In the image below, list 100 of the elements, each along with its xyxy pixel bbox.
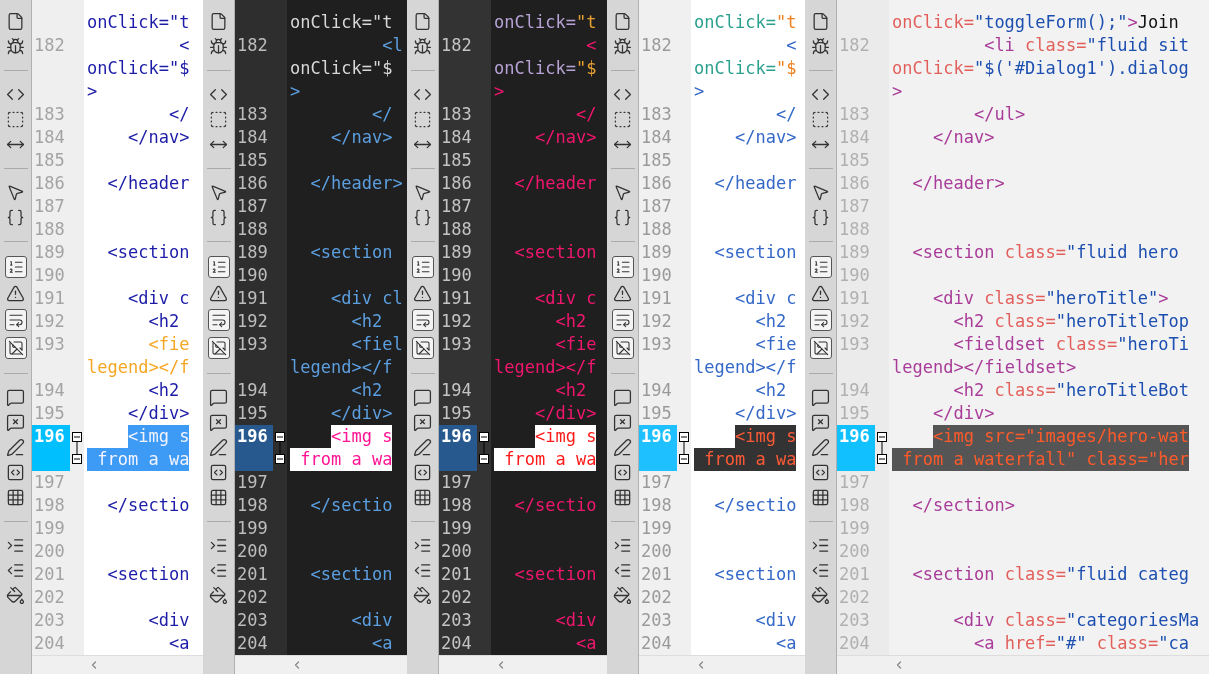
wrap-text-icon[interactable] [809, 309, 832, 331]
warning-icon[interactable] [6, 284, 25, 303]
dashed-box-icon[interactable] [613, 110, 632, 129]
pointer-icon[interactable] [613, 183, 632, 202]
pen-icon[interactable] [209, 438, 228, 457]
comment-icon[interactable] [413, 388, 432, 407]
code-box-icon[interactable] [6, 463, 25, 482]
new-file-icon[interactable] [613, 12, 632, 31]
outdent-icon[interactable] [811, 561, 830, 580]
image-icon[interactable] [809, 337, 832, 359]
code-line: legend></f [694, 356, 797, 379]
wrap-text-icon[interactable] [207, 309, 230, 331]
grid-icon[interactable] [209, 488, 228, 507]
warning-icon[interactable] [811, 284, 830, 303]
image-icon[interactable] [411, 337, 434, 359]
horizontal-scrollbar[interactable] [837, 655, 1209, 674]
braces-icon[interactable] [613, 208, 632, 227]
line-number: 184 [33, 126, 66, 149]
numbered-list-icon[interactable] [611, 256, 634, 278]
horizontal-scrollbar[interactable] [439, 655, 607, 674]
pointer-icon[interactable] [209, 183, 228, 202]
outdent-icon[interactable] [413, 561, 432, 580]
numbered-list-icon[interactable] [4, 256, 27, 278]
code-box-icon[interactable] [413, 463, 432, 482]
comment-remove-icon[interactable] [209, 413, 228, 432]
image-icon[interactable] [207, 337, 230, 359]
new-file-icon[interactable] [209, 12, 228, 31]
pen-icon[interactable] [811, 438, 830, 457]
braces-icon[interactable] [413, 208, 432, 227]
new-file-icon[interactable] [811, 12, 830, 31]
new-file-icon[interactable] [6, 12, 25, 31]
code-box-icon[interactable] [613, 463, 632, 482]
paint-bucket-icon[interactable] [413, 586, 432, 605]
bug-icon[interactable] [209, 37, 228, 56]
pen-icon[interactable] [613, 438, 632, 457]
dashed-box-icon[interactable] [6, 110, 25, 129]
code-line: <div c [734, 287, 797, 310]
code-box-icon[interactable] [209, 463, 228, 482]
comment-remove-icon[interactable] [613, 413, 632, 432]
numbered-list-icon[interactable] [411, 256, 434, 278]
pointer-icon[interactable] [413, 183, 432, 202]
grid-icon[interactable] [613, 488, 632, 507]
grid-icon[interactable] [413, 488, 432, 507]
outdent-icon[interactable] [209, 561, 228, 580]
wrap-text-icon[interactable] [4, 309, 27, 331]
paint-bucket-icon[interactable] [6, 586, 25, 605]
bug-icon[interactable] [6, 37, 25, 56]
indent-icon[interactable] [413, 536, 432, 555]
comment-remove-icon[interactable] [6, 413, 25, 432]
comment-icon[interactable] [811, 388, 830, 407]
comment-icon[interactable] [6, 388, 25, 407]
code-line: <fieldset class="heroTi [953, 333, 1189, 356]
pointer-icon[interactable] [6, 183, 25, 202]
outdent-icon[interactable] [613, 561, 632, 580]
dashed-box-icon[interactable] [811, 110, 830, 129]
outdent-icon[interactable] [6, 561, 25, 580]
dashed-box-icon[interactable] [413, 110, 432, 129]
grid-icon[interactable] [6, 488, 25, 507]
code-box-icon[interactable] [811, 463, 830, 482]
warning-icon[interactable] [413, 284, 432, 303]
comment-remove-icon[interactable] [413, 413, 432, 432]
comment-icon[interactable] [209, 388, 228, 407]
code-line: <fie [755, 333, 797, 356]
indent-icon[interactable] [6, 536, 25, 555]
horizontal-scrollbar[interactable] [32, 655, 203, 674]
wrap-text-icon[interactable] [611, 309, 634, 331]
bug-icon[interactable] [413, 37, 432, 56]
bug-icon[interactable] [613, 37, 632, 56]
line-number: 201 [440, 563, 473, 586]
code-line: </nav> [932, 126, 995, 149]
pen-icon[interactable] [413, 438, 432, 457]
warning-icon[interactable] [613, 284, 632, 303]
comment-icon[interactable] [613, 388, 632, 407]
dashed-box-icon[interactable] [209, 110, 228, 129]
wrap-text-icon[interactable] [411, 309, 434, 331]
pointer-icon[interactable] [811, 183, 830, 202]
line-number: 182 [440, 34, 473, 57]
horizontal-scrollbar[interactable] [235, 655, 407, 674]
image-icon[interactable] [611, 337, 634, 359]
paint-bucket-icon[interactable] [811, 586, 830, 605]
braces-icon[interactable] [811, 208, 830, 227]
grid-icon[interactable] [811, 488, 830, 507]
new-file-icon[interactable] [413, 12, 432, 31]
line-number: 193 [440, 333, 473, 356]
line-number: 188 [640, 218, 673, 241]
numbered-list-icon[interactable] [809, 256, 832, 278]
bug-icon[interactable] [811, 37, 830, 56]
braces-icon[interactable] [209, 208, 228, 227]
paint-bucket-icon[interactable] [613, 586, 632, 605]
numbered-list-icon[interactable] [207, 256, 230, 278]
pen-icon[interactable] [6, 438, 25, 457]
braces-icon[interactable] [6, 208, 25, 227]
indent-icon[interactable] [613, 536, 632, 555]
comment-remove-icon[interactable] [811, 413, 830, 432]
horizontal-scrollbar[interactable] [639, 655, 805, 674]
indent-icon[interactable] [811, 536, 830, 555]
indent-icon[interactable] [209, 536, 228, 555]
paint-bucket-icon[interactable] [209, 586, 228, 605]
warning-icon[interactable] [209, 284, 228, 303]
image-icon[interactable] [4, 337, 27, 359]
